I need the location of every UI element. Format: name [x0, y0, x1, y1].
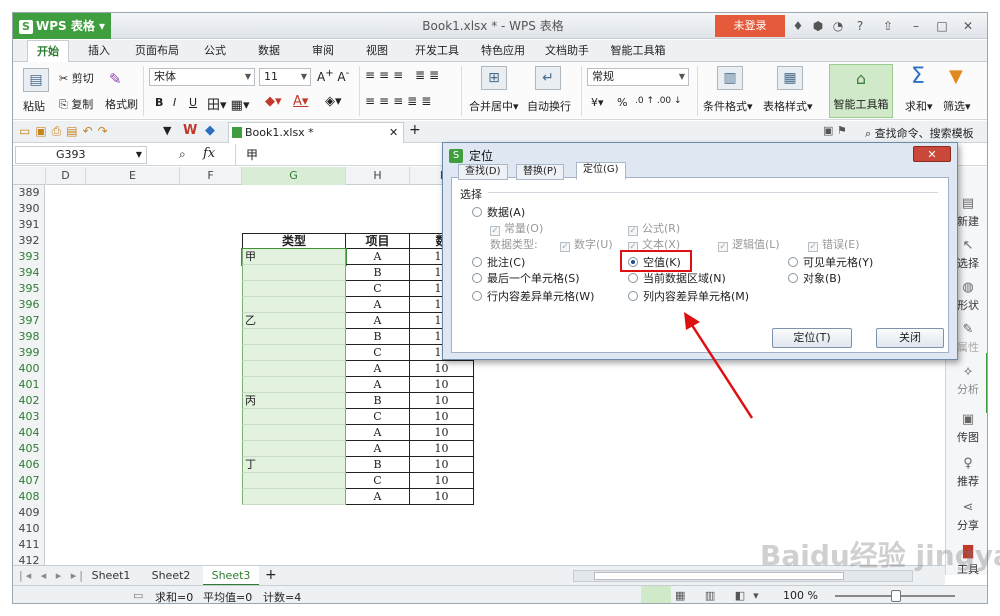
watermark: Baidu经验 jingyan.baidu.com [760, 539, 1000, 572]
annotation-arrow [684, 312, 754, 419]
